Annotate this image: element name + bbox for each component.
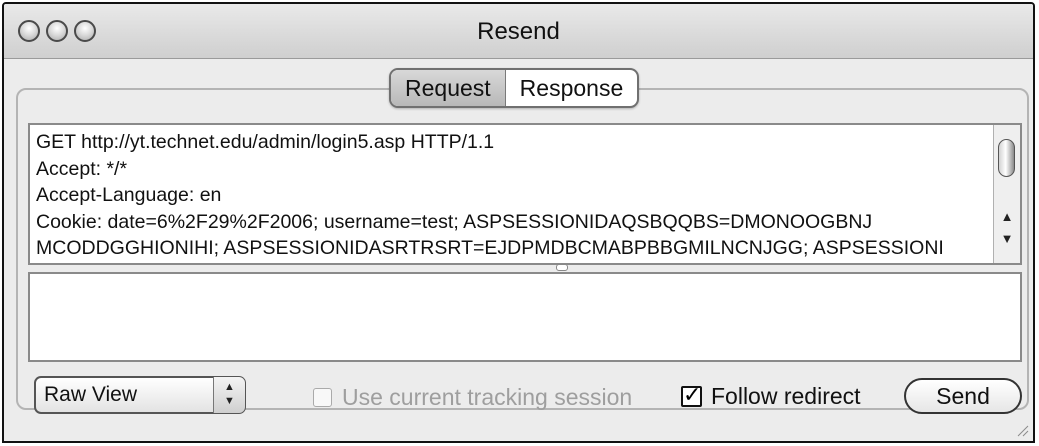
request-scrollbar[interactable]: ▲ ▼ bbox=[993, 125, 1020, 263]
view-mode-value: Raw View bbox=[44, 383, 137, 406]
follow-redirect-option: ✓ Follow redirect bbox=[681, 382, 861, 410]
follow-redirect-label: Follow redirect bbox=[711, 383, 861, 409]
scroll-down-icon[interactable]: ▼ bbox=[994, 229, 1020, 249]
split-resize-handle[interactable] bbox=[556, 264, 568, 271]
tab-request[interactable]: Request bbox=[391, 70, 506, 106]
request-line: Cookie: date=6%2F29%2F2006; username=tes… bbox=[36, 210, 873, 233]
request-line: Accept: */* bbox=[36, 157, 128, 180]
checkmark-icon: ✓ bbox=[683, 382, 702, 407]
follow-redirect-checkbox[interactable]: ✓ bbox=[681, 382, 702, 407]
title-bar[interactable]: Resend bbox=[4, 4, 1033, 59]
tracking-session-label: Use current tracking session bbox=[342, 384, 633, 410]
resend-window: Resend Request Response GET http://yt.te… bbox=[2, 2, 1035, 443]
response-editor[interactable] bbox=[28, 272, 1022, 362]
tab-bar: Request Response bbox=[389, 68, 640, 108]
request-line: MCODDGGHIONIHI; ASPSESSIONIDASRTRSRT=EJD… bbox=[36, 237, 944, 259]
request-line: GET http://yt.technet.edu/admin/login5.a… bbox=[36, 131, 495, 153]
request-editor[interactable]: GET http://yt.technet.edu/admin/login5.a… bbox=[28, 123, 1022, 265]
view-mode-select[interactable]: Raw View ▲ ▼ bbox=[34, 376, 246, 414]
stepper-icon: ▲ ▼ bbox=[213, 377, 245, 413]
scrollbar-thumb[interactable] bbox=[998, 139, 1015, 177]
tracking-session-checkbox[interactable] bbox=[313, 388, 332, 407]
window-title: Resend bbox=[477, 18, 560, 45]
request-text[interactable]: GET http://yt.technet.edu/admin/login5.a… bbox=[36, 129, 991, 262]
send-button[interactable]: Send bbox=[904, 378, 1022, 414]
scroll-up-icon[interactable]: ▲ bbox=[994, 207, 1020, 227]
resize-grip-icon[interactable] bbox=[1015, 423, 1029, 437]
request-line: Accept-Language: en bbox=[36, 184, 222, 206]
tab-response[interactable]: Response bbox=[506, 70, 638, 106]
tracking-session-option: Use current tracking session bbox=[313, 384, 632, 411]
